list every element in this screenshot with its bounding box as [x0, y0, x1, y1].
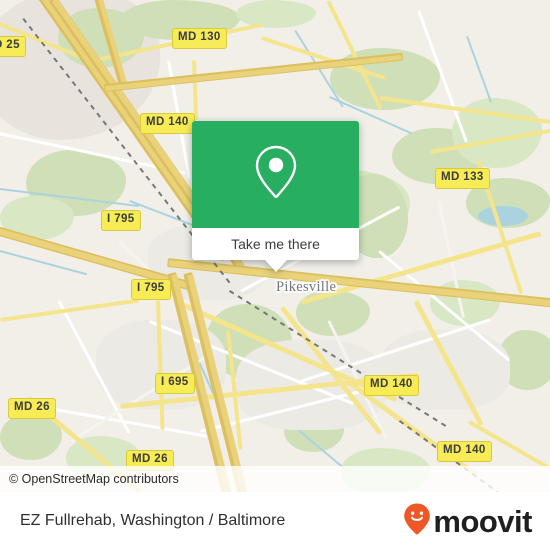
- moovit-pin-smile-icon: [403, 502, 431, 541]
- road-shield-md-140: MD 140: [364, 375, 419, 396]
- stream: [466, 36, 492, 103]
- map-attribution-bar: © OpenStreetMap contributors: [0, 466, 550, 492]
- moovit-logo[interactable]: moovit: [403, 502, 532, 541]
- take-me-there-label: Take me there: [231, 236, 320, 252]
- location-popup-card[interactable]: Take me there: [192, 121, 359, 272]
- road-shield-md-140: MD 140: [437, 441, 492, 462]
- moovit-wordmark: moovit: [433, 503, 532, 539]
- place-label-pikesville: Pikesville: [276, 279, 337, 295]
- road-shield-partial: MD 25: [0, 36, 26, 57]
- road-shield-md-130: MD 130: [172, 28, 227, 49]
- road-shield-md-26: MD 26: [8, 398, 56, 419]
- road-shield-i-795: I 795: [101, 210, 141, 231]
- moovit-map-screenshot: Pikesville MD 130 MD 140 MD 133 I 795 I …: [0, 0, 550, 550]
- road-shield-md-133: MD 133: [435, 168, 490, 189]
- road-shield-md-140: MD 140: [140, 113, 195, 134]
- popup-image-area: [192, 121, 359, 228]
- road-shield-i-695: I 695: [155, 373, 195, 394]
- map-pin-icon: [249, 141, 303, 208]
- primary-road: [192, 60, 199, 121]
- popup-pointer: [264, 260, 287, 272]
- popup-cta-bar[interactable]: Take me there: [192, 228, 359, 260]
- landuse-green: [236, 0, 316, 28]
- location-title: EZ Fullrehab, Washington / Baltimore: [20, 512, 286, 529]
- osm-attribution-text: © OpenStreetMap contributors: [9, 472, 179, 486]
- road-shield-i-795: I 795: [131, 279, 171, 300]
- water-lake: [478, 206, 528, 226]
- map-canvas[interactable]: Pikesville MD 130 MD 140 MD 133 I 795 I …: [0, 0, 550, 492]
- footer-bar: EZ Fullrehab, Washington / Baltimore moo…: [0, 492, 550, 550]
